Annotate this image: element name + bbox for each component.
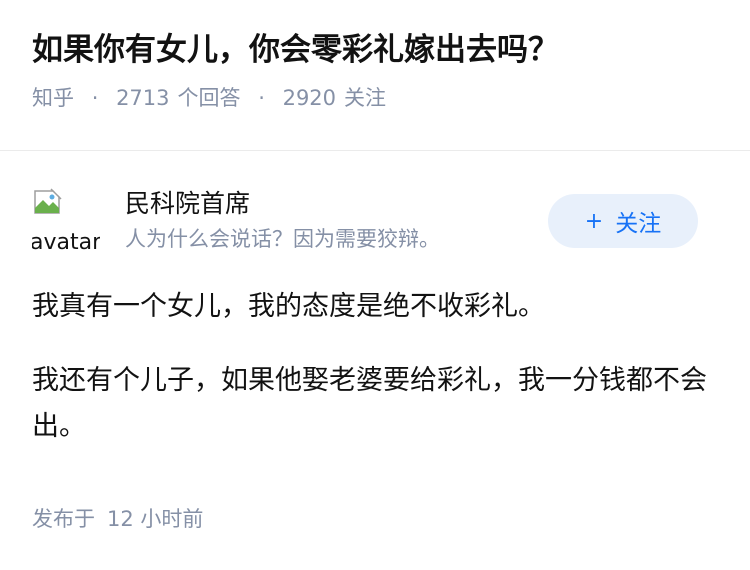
meta-separator: · (258, 86, 265, 110)
meta-separator: · (91, 86, 99, 110)
author-name[interactable]: 民科院首席 (125, 186, 440, 222)
plus-icon: + (584, 208, 604, 234)
author-bio: 人为什么会说话？因为需要狡辩。 (125, 227, 440, 251)
answer-count-link[interactable]: 2713 个回答 (116, 86, 240, 110)
answer-content: 我真有一个女儿，我的态度是绝不收彩礼。 我还有个儿子，如果他娶老婆要给彩礼，我一… (32, 284, 710, 450)
answer-count: 2713 (116, 86, 170, 110)
broken-image-icon (34, 188, 62, 214)
follower-count-link[interactable]: 2920 关注 (283, 86, 386, 110)
publish-label: 发布于 (32, 507, 95, 531)
question-header: 如果你有女儿，你会零彩礼嫁出去吗？ 知乎 · 2713 个回答 · 2920 关注 (32, 30, 730, 112)
publish-time-value: 12 小时前 (107, 507, 204, 531)
header-divider (0, 150, 750, 151)
avatar[interactable]: avatar (32, 186, 100, 254)
question-meta: 知乎 · 2713 个回答 · 2920 关注 (32, 84, 730, 112)
question-title[interactable]: 如果你有女儿，你会零彩礼嫁出去吗？ (32, 30, 730, 70)
follower-count: 2920 (282, 86, 337, 110)
answer-paragraph: 我还有个儿子，如果他娶老婆要给彩礼，我一分钱都不会出。 (32, 365, 707, 442)
follow-button[interactable]: + 关注 (548, 194, 698, 248)
answer-paragraph: 我真有一个女儿，我的态度是绝不收彩礼。 (32, 291, 545, 322)
source-label[interactable]: 知乎 (32, 86, 74, 110)
follow-button-label: 关注 (615, 211, 662, 237)
follower-count-label: 关注 (344, 86, 387, 110)
answer-count-label: 个回答 (177, 86, 241, 110)
author-info: 民科院首席 人为什么会说话？因为需要狡辩。 (125, 186, 440, 254)
avatar-alt-text: avatar (32, 230, 100, 254)
publish-time[interactable]: 发布于 12 小时前 (32, 503, 203, 533)
author-card: avatar 民科院首席 人为什么会说话？因为需要狡辩。 + 关注 (32, 186, 698, 264)
